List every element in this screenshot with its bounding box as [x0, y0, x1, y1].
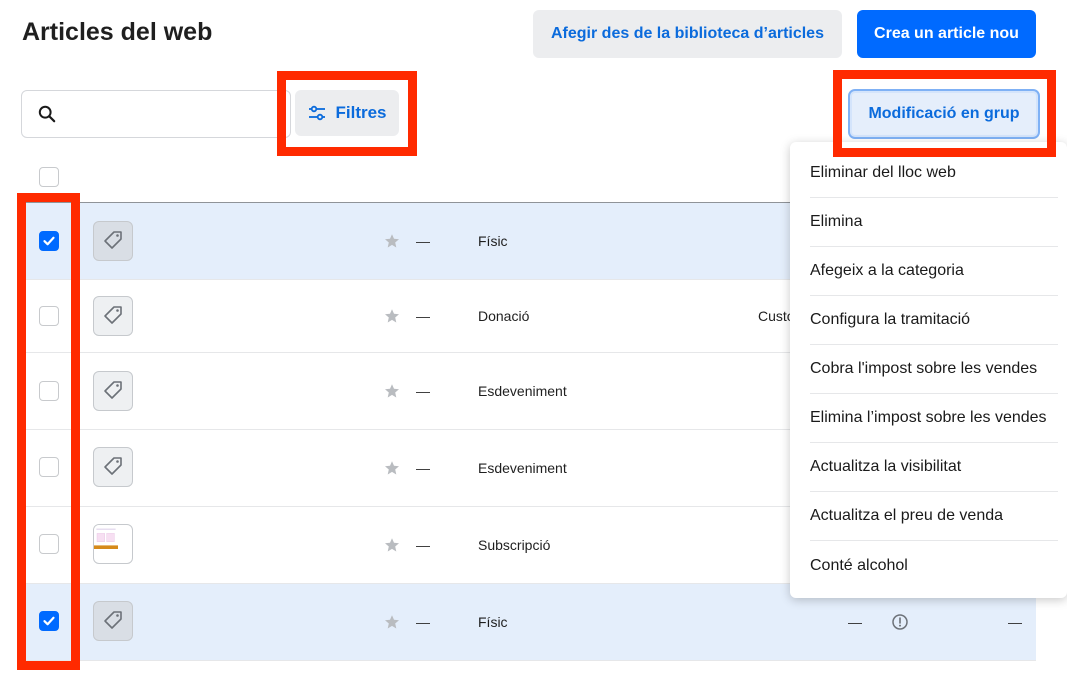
search-box[interactable]: [21, 90, 291, 138]
row-dash: —: [416, 308, 430, 324]
tag-icon: [93, 296, 133, 336]
row-dash: —: [416, 614, 430, 630]
alert-circle-icon: [892, 614, 908, 630]
menu-item-update-sale-price[interactable]: Actualitza el preu de venda: [810, 492, 1058, 541]
highlight-box-checkboxes: [17, 193, 80, 670]
menu-item-remove-sales-tax[interactable]: Elimina l’impost sobre les vendes: [810, 394, 1058, 443]
tag-icon: [93, 447, 133, 487]
menu-item-add-to-category[interactable]: Afegeix a la categoria: [810, 247, 1058, 296]
item-type: Físic: [478, 233, 508, 249]
item-type: Subscripció: [478, 537, 551, 553]
menu-item-contains-alcohol[interactable]: Conté alcohol: [810, 541, 1058, 590]
menu-item-update-visibility[interactable]: Actualitza la visibilitat: [810, 443, 1058, 492]
item-type: Esdeveniment: [478, 383, 567, 399]
highlight-box-bulk-edit: [833, 70, 1056, 157]
subscription-image: [93, 524, 133, 564]
item-type: Donació: [478, 308, 530, 324]
tag-icon: [93, 601, 133, 641]
item-type: Físic: [478, 614, 508, 630]
star-icon[interactable]: [384, 383, 400, 399]
search-input[interactable]: [70, 99, 280, 129]
row-col-b-value: —: [1008, 614, 1022, 630]
menu-item-charge-sales-tax[interactable]: Cobra l'impost sobre les vendes: [810, 345, 1058, 394]
search-icon: [38, 105, 56, 123]
row-col-a-value: —: [848, 614, 862, 630]
bulk-edit-menu: Eliminar del lloc web Elimina Afegeix a …: [790, 142, 1067, 598]
row-dash: —: [416, 460, 430, 476]
row-dash: —: [416, 233, 430, 249]
star-icon[interactable]: [384, 537, 400, 553]
create-item-button[interactable]: Crea un article nou: [857, 10, 1036, 58]
menu-item-delete[interactable]: Elimina: [810, 198, 1058, 247]
star-icon[interactable]: [384, 308, 400, 324]
star-icon[interactable]: [384, 614, 400, 630]
menu-item-configure-fulfillment[interactable]: Configura la tramitació: [810, 296, 1058, 345]
star-icon[interactable]: [384, 233, 400, 249]
item-type: Esdeveniment: [478, 460, 567, 476]
page-title: Articles del web: [22, 18, 213, 46]
row-dash: —: [416, 537, 430, 553]
row-dash: —: [416, 383, 430, 399]
tag-icon: [93, 371, 133, 411]
select-all-checkbox[interactable]: [39, 167, 59, 187]
tag-icon: [93, 221, 133, 261]
add-from-library-button[interactable]: Afegir des de la biblioteca d’articles: [533, 10, 842, 58]
highlight-box-filters: [277, 71, 417, 156]
star-icon[interactable]: [384, 460, 400, 476]
